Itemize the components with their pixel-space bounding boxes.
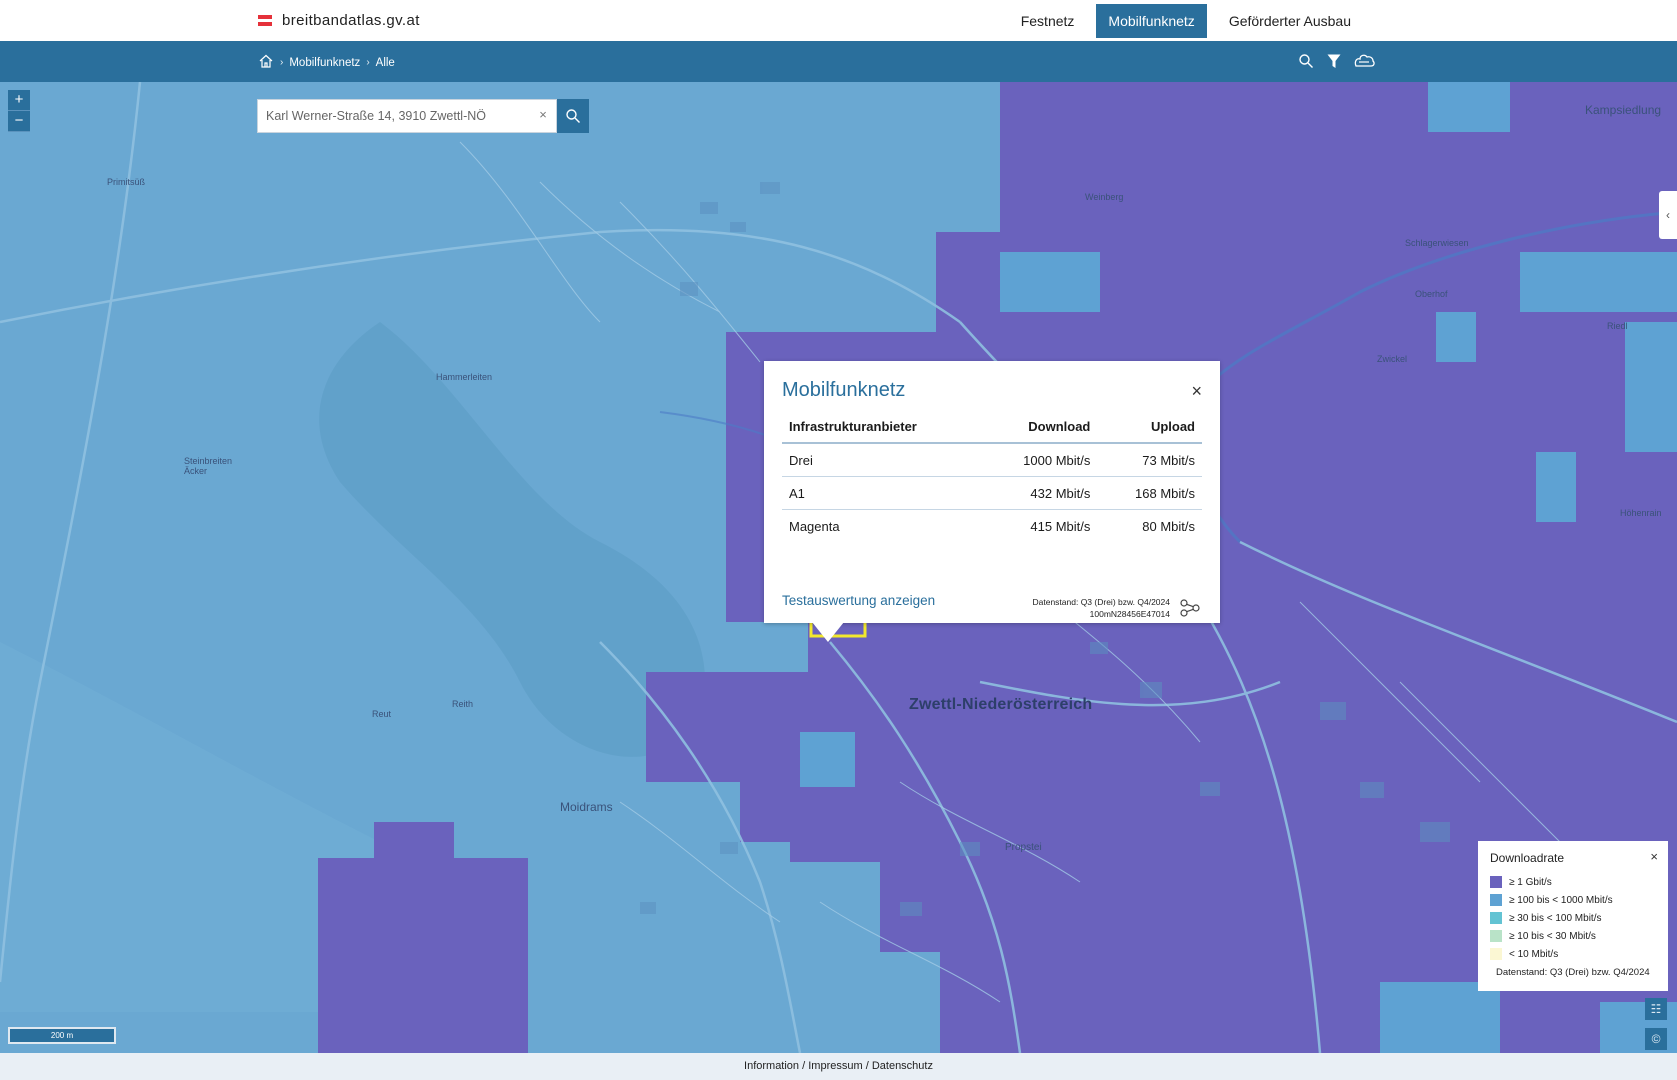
nav-mobilfunknetz[interactable]: Mobilfunknetz [1096, 4, 1207, 38]
place-label: Reith [452, 699, 474, 709]
column-header-provider: Infrastrukturanbieter [782, 411, 983, 444]
download-rate: 432 Mbit/s [982, 476, 1098, 510]
legend-label: ≥ 1 Gbit/s [1509, 876, 1552, 888]
legend-label: ≥ 30 bis < 100 Mbit/s [1509, 912, 1602, 924]
footer-separator: / [802, 1060, 806, 1072]
download-rate: 415 Mbit/s [1030, 519, 1091, 534]
address-search: × [257, 99, 589, 133]
legend-label: ≥ 10 bis < 30 Mbit/s [1509, 930, 1596, 942]
nav-festnetz[interactable]: Festnetz [1009, 4, 1087, 38]
layers-icon[interactable]: ☷ [1645, 998, 1667, 1020]
footer-datenschutz-link[interactable]: Datenschutz [872, 1060, 933, 1072]
map-legend: Downloadrate × ≥ 1 Gbit/s ≥ 100 bis < 10… [1478, 841, 1668, 991]
legend-item: ≥ 30 bis < 100 Mbit/s [1490, 909, 1656, 927]
footer-separator: / [865, 1060, 869, 1072]
breadcrumb-mobilfunknetz[interactable]: Mobilfunknetz [289, 57, 360, 69]
sub-toolbar: › Mobilfunknetz › Alle [0, 41, 1677, 82]
upload-rate: 168 Mbit/s [1097, 476, 1202, 510]
table-row: Magenta 415 Mbit/s 80 Mbit/s [782, 510, 1202, 543]
place-label: Hammerleiten [436, 372, 493, 382]
data-status: Datenstand: Q3 (Drei) bzw. Q4/2024 100mN… [1033, 596, 1171, 620]
footer-information-link[interactable]: Information [744, 1060, 799, 1072]
footer-impressum-link[interactable]: Impressum [808, 1060, 862, 1072]
cell-id: 100mN28456E47014 [1089, 609, 1170, 619]
nav-gefoerderter-ausbau[interactable]: Geförderter Ausbau [1217, 4, 1363, 38]
site-logo[interactable]: breitbandatlas.gv.at [258, 12, 420, 29]
share-icon[interactable] [1180, 599, 1200, 622]
legend-item: ≥ 10 bis < 30 Mbit/s [1490, 927, 1656, 945]
legend-item: ≥ 1 Gbit/s [1490, 873, 1656, 891]
legend-swatch [1490, 948, 1502, 960]
map-tools [1289, 51, 1377, 71]
upload-rate: 73 Mbit/s [1097, 443, 1202, 477]
place-label: Riedl [1607, 321, 1628, 331]
map-corner-tools: ☷ © [1645, 998, 1667, 1058]
upload-rate: 80 Mbit/s [1142, 519, 1195, 534]
scale-bar: 200 m [8, 1027, 116, 1044]
side-panel-toggle[interactable]: ‹ [1659, 191, 1677, 239]
place-label: Höhenrain [1620, 508, 1662, 518]
place-label: Schlagerwiesen [1405, 238, 1469, 248]
place-label: Reut [372, 709, 392, 719]
zoom-in-button[interactable]: + [8, 90, 30, 111]
chevron-right-icon: › [366, 57, 370, 68]
data-status-date: Datenstand: Q3 (Drei) bzw. Q4/2024 [1032, 597, 1171, 607]
main-nav: Festnetz Mobilfunknetz Geförderter Ausba… [999, 4, 1363, 38]
legend-label: < 10 Mbit/s [1509, 948, 1559, 960]
cloud-speed-icon[interactable] [1351, 51, 1377, 71]
breadcrumb-alle[interactable]: Alle [376, 57, 395, 69]
column-header-upload: Upload [1097, 411, 1202, 444]
download-rate: 1000 Mbit/s [982, 443, 1098, 477]
copyright-icon[interactable]: © [1645, 1028, 1667, 1050]
breadcrumb: › Mobilfunknetz › Alle [258, 53, 395, 72]
provider-name: Drei [782, 443, 983, 477]
chevron-right-icon: › [280, 57, 284, 68]
search-button[interactable] [557, 99, 589, 133]
search-icon[interactable] [1295, 51, 1317, 71]
legend-item: < 10 Mbit/s [1490, 945, 1656, 963]
table-row: Drei 1000 Mbit/s 73 Mbit/s [782, 443, 1202, 477]
town-label: Zwettl-Niederösterreich [909, 696, 1093, 713]
close-popup-button[interactable]: × [1191, 381, 1202, 402]
legend-swatch [1490, 876, 1502, 888]
search-icon [566, 109, 580, 123]
clear-search-button[interactable]: × [535, 107, 551, 122]
provider-table: Infrastrukturanbieter Download Upload Dr… [782, 411, 1202, 542]
legend-data-status: Datenstand: Q3 (Drei) bzw. Q4/2024 [1496, 967, 1650, 978]
legend-swatch [1490, 930, 1502, 942]
legend-swatch [1490, 912, 1502, 924]
home-icon[interactable] [258, 53, 274, 72]
address-search-input[interactable] [257, 99, 557, 133]
legend-swatch [1490, 894, 1502, 906]
filter-icon[interactable] [1323, 51, 1345, 71]
legend-label: ≥ 100 bis < 1000 Mbit/s [1509, 894, 1613, 906]
place-label: Moidrams [560, 800, 613, 814]
provider-name: Magenta [789, 519, 840, 534]
logo-text: breitbandatlas.gv.at [282, 12, 420, 29]
austria-flag-icon [258, 15, 272, 27]
test-evaluation-link[interactable]: Testauswertung anzeigen [782, 593, 935, 608]
place-label: Weinberg [1085, 192, 1124, 202]
zoom-controls: + − [8, 90, 30, 132]
zoom-out-button[interactable]: − [8, 111, 30, 132]
place-label: Primitsüß [107, 177, 145, 187]
provider-name: A1 [782, 476, 983, 510]
coverage-popup: Mobilfunknetz × Infrastrukturanbieter Do… [764, 361, 1220, 623]
place-label: Zwickel [1377, 354, 1408, 364]
place-label: Propstei [1005, 842, 1042, 853]
place-label: Oberhof [1415, 289, 1448, 299]
close-legend-button[interactable]: × [1650, 849, 1658, 864]
place-label: Kampsiedlung [1585, 103, 1662, 117]
legend-item: ≥ 100 bis < 1000 Mbit/s [1490, 891, 1656, 909]
legend-title: Downloadrate [1490, 851, 1565, 865]
popup-title: Mobilfunknetz [782, 379, 906, 401]
column-header-download: Download [982, 411, 1098, 444]
top-header: breitbandatlas.gv.at Festnetz Mobilfunkn… [0, 0, 1677, 41]
place-label: Steinbreiten Äcker [184, 456, 233, 476]
popup-pointer [812, 622, 844, 642]
footer: Information / Impressum / Datenschutz [0, 1053, 1677, 1080]
table-row: A1 432 Mbit/s 168 Mbit/s [782, 476, 1202, 510]
